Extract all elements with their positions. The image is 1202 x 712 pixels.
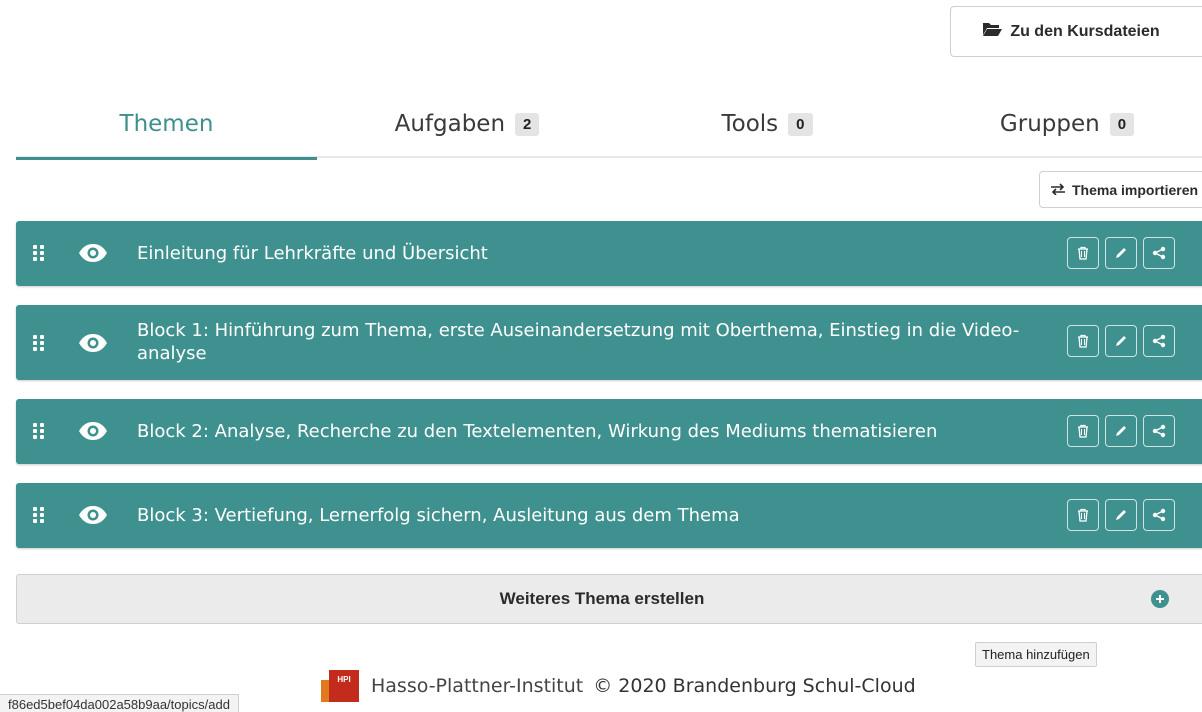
institute-name: Hasso-Plattner-Institut	[371, 675, 584, 697]
edit-button[interactable]	[1105, 237, 1137, 269]
topic-item[interactable]: Block 3: Vertiefung, Lernerfolg sichern,…	[16, 483, 1202, 548]
pencil-icon	[1116, 510, 1126, 520]
hpi-logo-text: HPI	[337, 675, 350, 684]
drag-handle-icon[interactable]	[33, 335, 47, 351]
delete-button[interactable]	[1067, 325, 1099, 357]
delete-button[interactable]	[1067, 237, 1099, 269]
swap-arrows-icon	[1050, 182, 1066, 198]
copyright-text: © 2020 Brandenburg Schul-Cloud	[593, 675, 916, 697]
topic-item[interactable]: Block 2: Analyse, Recherche zu den Texte…	[16, 399, 1202, 464]
visibility-eye-icon[interactable]	[78, 243, 108, 263]
add-topic-label: Weiteres Thema erstellen	[499, 589, 705, 608]
count-badge: 0	[1109, 112, 1135, 136]
pencil-icon	[1116, 248, 1126, 258]
import-topic-label: Thema importieren	[1072, 181, 1199, 198]
topic-actions	[1067, 325, 1175, 357]
delete-button[interactable]	[1067, 499, 1099, 531]
share-icon	[1152, 424, 1166, 438]
tab-gruppen[interactable]: Gruppen 0	[917, 90, 1202, 158]
tab-label: Gruppen	[999, 111, 1100, 137]
course-tabs: Themen Aufgaben 2 Tools 0 Gruppen 0	[16, 90, 1202, 160]
course-files-label: Zu den Kursdateien	[1010, 22, 1160, 40]
topic-item[interactable]: Block 1: Hinführung zum Thema, erste Aus…	[16, 305, 1202, 380]
tab-tools[interactable]: Tools 0	[617, 90, 917, 158]
plus-circle-icon	[1151, 590, 1169, 608]
course-files-button[interactable]: Zu den Kursdateien	[950, 6, 1202, 57]
topic-actions	[1067, 237, 1175, 269]
topic-title[interactable]: Block 2: Analyse, Recherche zu den Texte…	[137, 420, 1047, 443]
topic-actions	[1067, 499, 1175, 531]
count-badge: 2	[515, 112, 540, 136]
status-url: f86ed5bef04da002a58b9aa/topics/add	[0, 694, 239, 712]
share-button[interactable]	[1143, 237, 1175, 269]
import-topic-button[interactable]: Thema importieren	[1039, 171, 1202, 208]
visibility-eye-icon[interactable]	[78, 505, 108, 525]
trash-icon	[1078, 424, 1088, 438]
edit-button[interactable]	[1105, 325, 1137, 357]
drag-handle-icon[interactable]	[33, 423, 47, 439]
topic-item[interactable]: Einleitung für Lehrkräfte und Übersicht	[16, 221, 1202, 286]
folder-open-icon	[982, 21, 1003, 42]
delete-button[interactable]	[1067, 415, 1099, 447]
visibility-eye-icon[interactable]	[78, 421, 108, 441]
tab-aufgaben[interactable]: Aufgaben 2	[317, 90, 617, 158]
trash-icon	[1078, 334, 1088, 348]
pencil-icon	[1116, 426, 1126, 436]
topic-title[interactable]: Einleitung für Lehrkräfte und Übersicht	[137, 242, 1047, 265]
hpi-logo: HPI	[321, 668, 361, 704]
tab-label: Tools	[721, 111, 779, 137]
share-button[interactable]	[1143, 415, 1175, 447]
topic-title[interactable]: Block 3: Vertiefung, Lernerfolg sichern,…	[137, 504, 1047, 527]
share-icon	[1152, 508, 1166, 522]
topic-title[interactable]: Block 1: Hinführung zum Thema, erste Aus…	[137, 319, 1047, 365]
drag-handle-icon[interactable]	[33, 245, 47, 261]
count-badge: 0	[788, 112, 813, 136]
share-button[interactable]	[1143, 499, 1175, 531]
add-topic-button[interactable]: Weiteres Thema erstellen	[16, 574, 1202, 624]
drag-handle-icon[interactable]	[33, 507, 47, 523]
tab-label: Themen	[119, 111, 214, 137]
pencil-icon	[1116, 336, 1126, 346]
share-button[interactable]	[1143, 325, 1175, 357]
topic-actions	[1067, 415, 1175, 447]
trash-icon	[1078, 246, 1088, 260]
edit-button[interactable]	[1105, 415, 1137, 447]
visibility-eye-icon[interactable]	[78, 333, 108, 353]
tooltip: Thema hinzufügen	[975, 642, 1097, 667]
footer: HPI Hasso-Plattner-Institut © 2020 Brand…	[321, 668, 916, 704]
trash-icon	[1078, 508, 1088, 522]
share-icon	[1152, 246, 1166, 260]
share-icon	[1152, 334, 1166, 348]
edit-button[interactable]	[1105, 499, 1137, 531]
tab-label: Aufgaben	[394, 111, 506, 137]
tab-themen[interactable]: Themen	[16, 90, 317, 160]
